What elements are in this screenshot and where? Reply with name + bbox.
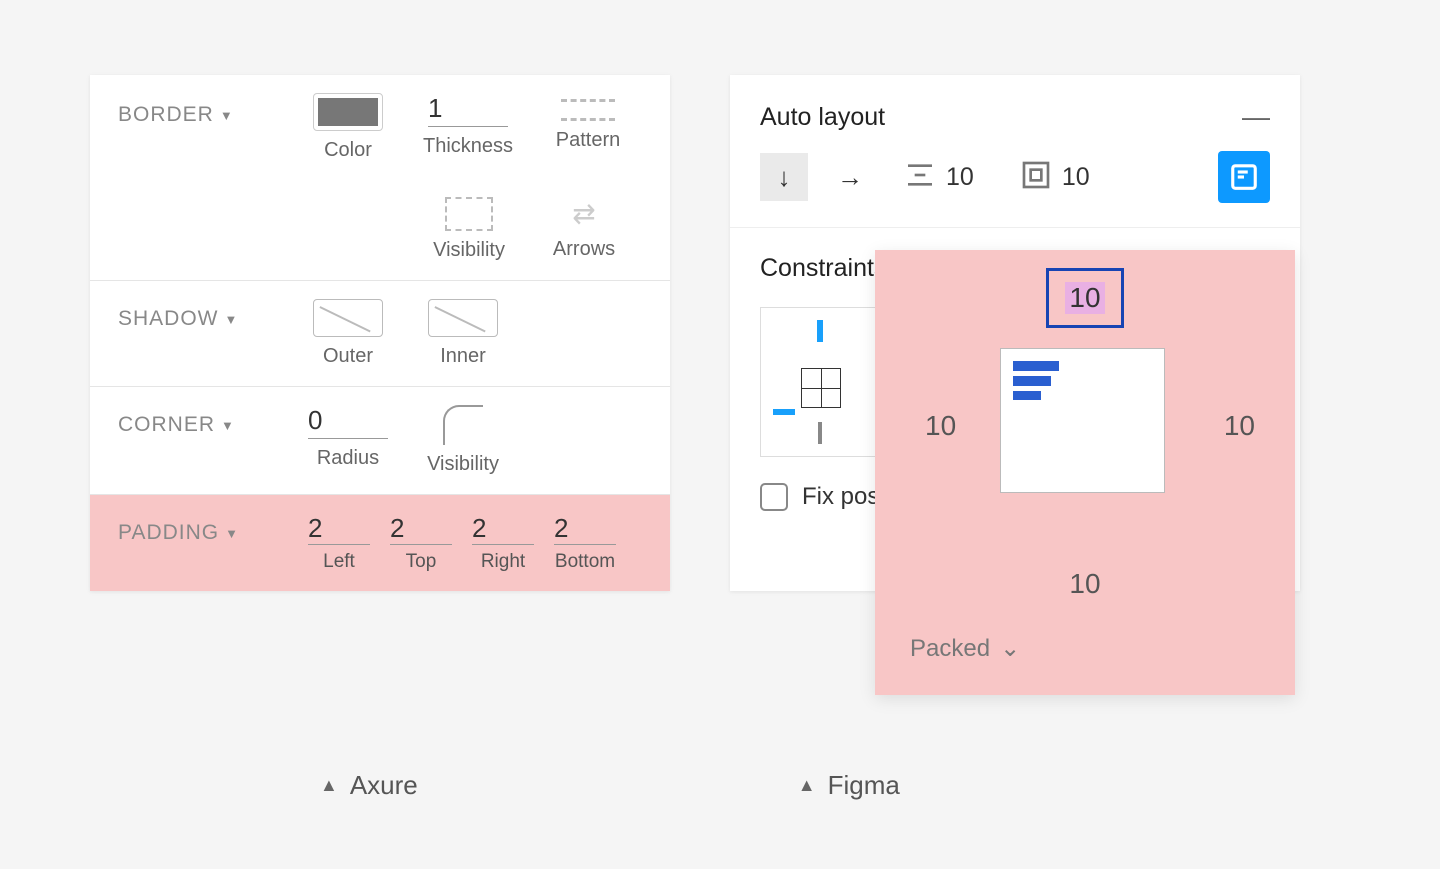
border-visibility-label: Visibility [433, 239, 505, 262]
border-section: BORDER ▼ Color Thickness [90, 75, 670, 281]
collapse-icon[interactable]: — [1242, 101, 1270, 133]
padding-right-value[interactable]: 10 [1224, 410, 1255, 442]
triangle-up-icon: ▲ [798, 775, 816, 796]
shadow-outer-label: Outer [323, 345, 373, 368]
padding-top-input[interactable] [390, 513, 452, 545]
corner-section: CORNER ▼ Radius Visibility [90, 387, 670, 495]
corner-visibility-icon[interactable] [443, 405, 483, 445]
padding-section: PADDING ▼ Left Top Right [90, 495, 670, 591]
border-visibility-swatch[interactable] [445, 197, 493, 231]
corner-header[interactable]: CORNER ▼ [118, 405, 308, 437]
constraint-left-indicator [773, 409, 795, 415]
caret-down-icon: ▼ [221, 418, 235, 433]
shadow-section: SHADOW ▼ Outer Inner [90, 281, 670, 387]
padding-bottom-input[interactable] [554, 513, 616, 545]
direction-horizontal-button[interactable]: → [826, 153, 874, 201]
caret-down-icon: ▼ [220, 108, 234, 123]
arrows-icon[interactable]: ⇄ [572, 197, 595, 230]
border-header[interactable]: BORDER ▼ [118, 93, 308, 127]
corner-label: CORNER [118, 413, 215, 437]
spacing-mode-dropdown[interactable]: Packed ⌄ [910, 634, 1020, 663]
padding-header[interactable]: PADDING ▼ [118, 513, 308, 545]
shadow-label: SHADOW [118, 307, 219, 331]
border-thickness-input[interactable] [428, 93, 508, 127]
border-pattern-label: Pattern [556, 129, 620, 152]
padding-right-input[interactable] [472, 513, 534, 545]
constraint-bottom-indicator [818, 422, 822, 444]
constraint-top-indicator [817, 320, 823, 342]
padding-bottom-label: Bottom [555, 551, 615, 573]
border-label: BORDER [118, 103, 214, 127]
shadow-inner-swatch[interactable] [428, 299, 498, 337]
alignment-button[interactable] [1218, 151, 1270, 203]
padding-icon [1020, 159, 1052, 196]
padding-top-label: Top [406, 551, 437, 573]
axure-caption: ▲ Axure [320, 770, 418, 801]
padding-top-value: 10 [1065, 282, 1104, 314]
constraint-center-box[interactable] [801, 368, 841, 408]
direction-vertical-button[interactable]: ↓ [760, 153, 808, 201]
padding-left-input[interactable] [308, 513, 370, 545]
border-pattern-swatch[interactable] [561, 99, 615, 121]
border-color-label: Color [324, 139, 372, 162]
alignment-bars-icon [1013, 361, 1059, 405]
chevron-down-icon: ⌄ [1000, 634, 1020, 663]
padding-label: PADDING [118, 521, 219, 545]
shadow-outer-swatch[interactable] [313, 299, 383, 337]
corner-radius-input[interactable] [308, 405, 388, 439]
border-arrows-label: Arrows [553, 238, 615, 261]
shadow-inner-label: Inner [440, 345, 486, 368]
padding-popover: 10 10 10 10 Packed ⌄ [875, 250, 1295, 695]
caret-down-icon: ▼ [225, 526, 239, 541]
border-color-swatch[interactable] [313, 93, 383, 131]
figma-panel: Auto layout — ↓ → 10 10 Constr [730, 75, 1300, 591]
auto-layout-title: Auto layout [760, 103, 885, 132]
corner-visibility-label: Visibility [427, 453, 499, 476]
spacing-mode-label: Packed [910, 635, 990, 663]
shadow-header[interactable]: SHADOW ▼ [118, 299, 308, 331]
axure-panel: BORDER ▼ Color Thickness [90, 75, 670, 591]
padding-uniform-value[interactable]: 10 [1062, 163, 1090, 192]
padding-right-label: Right [481, 551, 525, 573]
caret-down-icon: ▼ [225, 312, 239, 327]
constraints-grid[interactable] [760, 307, 880, 457]
alignment-preview-box[interactable] [1000, 348, 1165, 493]
padding-left-value[interactable]: 10 [925, 410, 956, 442]
figma-caption: ▲ Figma [798, 770, 900, 801]
padding-top-field[interactable]: 10 [1046, 268, 1124, 328]
triangle-up-icon: ▲ [320, 775, 338, 796]
padding-bottom-value[interactable]: 10 [1069, 568, 1100, 600]
padding-left-label: Left [323, 551, 355, 573]
item-spacing-value[interactable]: 10 [946, 163, 974, 192]
item-spacing-icon [904, 159, 936, 196]
border-thickness-label: Thickness [423, 135, 513, 158]
fix-position-checkbox[interactable] [760, 483, 788, 511]
constraints-label: Constraints [760, 254, 886, 282]
corner-radius-label: Radius [317, 447, 379, 470]
